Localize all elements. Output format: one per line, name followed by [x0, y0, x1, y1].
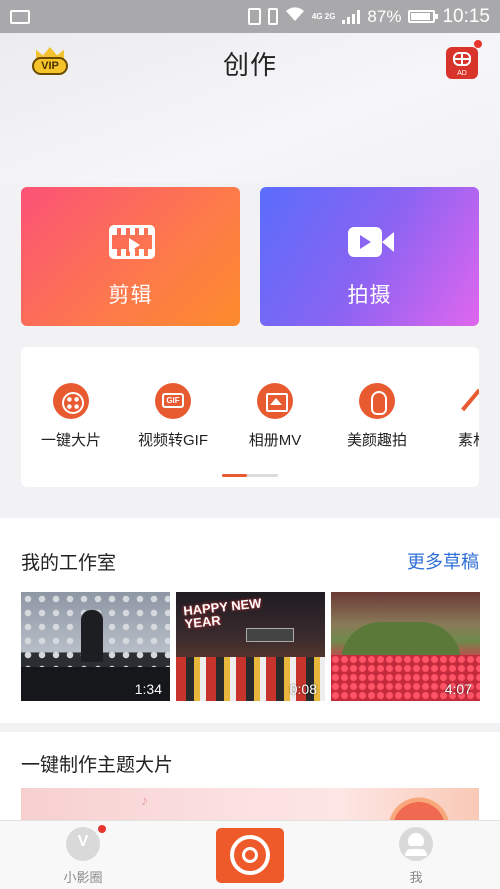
edit-card-label: 剪辑	[108, 284, 153, 307]
header: VIP 创作 AD	[0, 33, 500, 183]
section-title: 一键制作主题大片	[21, 755, 174, 776]
gif-icon: GIF	[155, 383, 191, 419]
camera-lens-icon	[230, 835, 270, 875]
battery-icon	[408, 10, 439, 23]
tool-label: 素材	[457, 432, 479, 449]
theme-section: 一键制作主题大片 ♪	[0, 732, 500, 828]
tab-label: 我	[409, 870, 423, 885]
shoot-card-label: 拍摄	[347, 284, 392, 307]
wifi-icon	[285, 6, 305, 27]
sim-icon	[247, 8, 261, 25]
status-icons: 4G 2G 87% 10:15	[247, 5, 490, 28]
bottom-tab-bar: 小影圈 我	[0, 820, 500, 889]
tool-label: 一键大片	[40, 432, 101, 449]
tools-carousel[interactable]: 一键大片 GIF 视频转GIF 相册MV 美颜趣拍 素材	[21, 347, 479, 487]
image-notification-icon	[10, 9, 30, 24]
material-wand-icon	[455, 383, 479, 419]
tool-one-key[interactable]: 一键大片	[21, 383, 121, 450]
ad-button[interactable]: AD	[446, 47, 478, 79]
capture-button[interactable]	[216, 828, 284, 883]
tab-circle[interactable]: 小影圈	[43, 825, 123, 886]
draft-thumbnail[interactable]: 1:34	[21, 592, 170, 701]
tool-album-mv[interactable]: 相册MV	[225, 383, 325, 450]
one-key-icon	[53, 383, 89, 419]
tool-label: 视频转GIF	[138, 432, 208, 449]
ad-label: AD	[457, 70, 467, 77]
film-icon	[109, 225, 155, 259]
beauty-icon	[359, 383, 395, 419]
draft-duration: 1:34	[134, 681, 162, 697]
draft-duration: 0:08	[289, 681, 317, 697]
status-bar: 4G 2G 87% 10:15	[0, 0, 500, 33]
circle-v-icon	[66, 827, 100, 861]
shoot-card[interactable]: 拍摄	[260, 187, 479, 326]
album-icon	[257, 383, 293, 419]
notification-dot	[474, 40, 482, 48]
draft-thumbnail[interactable]: HAPPY NEW YEAR 0:08	[176, 592, 325, 701]
more-drafts-link[interactable]: 更多草稿	[407, 548, 479, 574]
network-type: 4G 2G	[311, 11, 336, 21]
tab-label: 小影圈	[63, 870, 103, 885]
page-title: 创作	[222, 50, 277, 80]
gif-icon-text: GIF	[162, 393, 184, 408]
section-title: 我的工作室	[21, 553, 117, 574]
edit-card[interactable]: 剪辑	[21, 187, 240, 326]
tool-beauty-shot[interactable]: 美颜趣拍	[327, 383, 427, 450]
music-note-icon: ♪	[141, 792, 148, 808]
signal-icon	[342, 9, 361, 24]
clock: 10:15	[442, 5, 490, 27]
video-camera-icon	[348, 225, 394, 259]
tool-label: 相册MV	[248, 432, 302, 449]
tool-label: 美颜趣拍	[346, 432, 407, 449]
draft-thumbnail[interactable]: 4:07	[331, 592, 480, 701]
draft-duration: 4:07	[444, 681, 472, 697]
tool-video-to-gif[interactable]: GIF 视频转GIF	[123, 383, 223, 450]
carousel-pager	[222, 474, 278, 477]
notification-dot	[98, 825, 106, 833]
vibrate-icon	[267, 8, 278, 25]
battery-percent: 87%	[367, 6, 402, 26]
tool-material[interactable]: 素材	[423, 383, 479, 450]
tab-me[interactable]: 我	[376, 827, 456, 886]
my-studio-section: 我的工作室 更多草稿 1:34 HAPPY NEW YEAR 0:08 4:07	[0, 518, 500, 723]
gift-icon	[453, 52, 471, 66]
profile-icon	[399, 827, 433, 861]
